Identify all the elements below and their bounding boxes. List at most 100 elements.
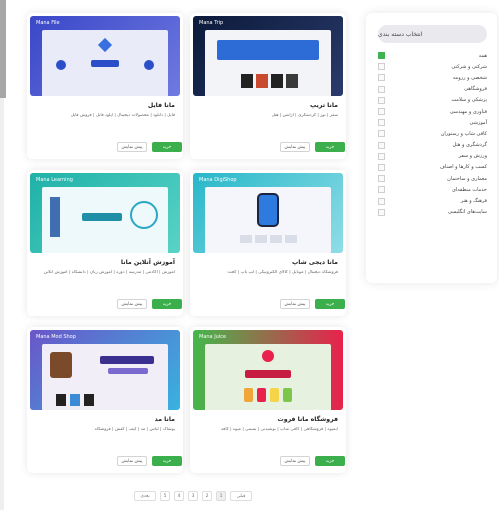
preview-button[interactable]: پیش نمایش — [280, 142, 310, 152]
buy-button[interactable]: خرید — [315, 456, 345, 466]
category-item[interactable]: گردشگری و هتل — [378, 140, 487, 151]
preview-button[interactable]: پیش نمایش — [117, 142, 147, 152]
category-label: همه — [478, 52, 487, 59]
category-item[interactable]: ورزش و سفر — [378, 151, 487, 162]
thumbnail-brand-label: Mana Mod Shop — [36, 334, 76, 340]
checkbox[interactable] — [378, 85, 385, 93]
template-thumbnail[interactable]: Mana DigiShop — [193, 173, 343, 253]
category-item[interactable]: معماری و ساختمان — [378, 173, 487, 184]
site-preview-screen — [42, 30, 168, 96]
card-tags: آبمیوه | فروشگاهی | کافی شاپ | نوشیدنی |… — [221, 427, 338, 432]
checkbox[interactable] — [378, 197, 385, 205]
card-title[interactable]: مانا فایل — [35, 102, 175, 109]
pagination-page[interactable]: 2 — [202, 491, 212, 501]
site-preview-screen — [205, 344, 331, 410]
category-item[interactable]: فناوری و مهندسی — [378, 106, 487, 117]
pagination: بعدی 5 4 3 2 1 قبلی — [134, 491, 252, 501]
card-title[interactable]: آموزش آنلاین مانا — [35, 259, 175, 266]
category-item[interactable]: شرکتی و شرکتی — [378, 61, 487, 72]
category-label: فرهنگ و هنر — [460, 198, 487, 205]
buy-button[interactable]: خرید — [315, 142, 345, 152]
category-label: فروشگاهی — [464, 86, 487, 93]
card-title[interactable]: فروشگاه مانا فروت — [198, 416, 338, 423]
category-label: شخصی و رزومه — [452, 74, 487, 81]
category-label: کسب و کارها و اصناف — [439, 164, 487, 171]
card-title[interactable]: مانا تریپ — [198, 102, 338, 109]
card-actions: خرید پیش نمایش — [27, 456, 183, 466]
template-card[interactable]: Mana Mod Shop مانا مد پوشاک | لباس | مد … — [27, 327, 183, 473]
template-thumbnail[interactable]: Mana Juice — [193, 330, 343, 410]
pagination-prev[interactable]: قبلی — [230, 491, 252, 501]
card-body: آموزش آنلاین مانا آموزش | آکادمی | مدرسه… — [27, 253, 183, 284]
site-preview-screen — [205, 30, 331, 96]
preview-button[interactable]: پیش نمایش — [117, 299, 147, 309]
thumbnail-brand-label: Mana File — [36, 20, 60, 26]
site-preview-screen — [205, 187, 331, 253]
category-label: فناوری و مهندسی — [449, 108, 487, 115]
checkbox[interactable] — [378, 108, 385, 116]
card-title[interactable]: مانا مد — [35, 416, 175, 423]
category-item[interactable]: کافی شاپ و رستوران — [378, 128, 487, 139]
checkbox[interactable] — [378, 152, 385, 160]
template-card[interactable]: Mana File مانا فایل فایل | دانلود | محصو… — [27, 13, 183, 159]
card-actions: خرید پیش نمایش — [190, 456, 346, 466]
category-filter-title: انتخاب دسته بندی — [378, 25, 487, 43]
category-item[interactable]: شخصی و رزومه — [378, 72, 487, 83]
template-thumbnail[interactable]: Mana Trip — [193, 16, 343, 96]
template-card[interactable]: Mana Learning آموزش آنلاین مانا آموزش | … — [27, 170, 183, 316]
category-item-all[interactable]: همه — [378, 50, 487, 61]
preview-button[interactable]: پیش نمایش — [280, 456, 310, 466]
category-item[interactable]: کسب و کارها و اصناف — [378, 162, 487, 173]
preview-button[interactable]: پیش نمایش — [280, 299, 310, 309]
checkbox[interactable] — [378, 119, 385, 127]
thumbnail-brand-label: Mana DigiShop — [199, 177, 237, 183]
checkbox[interactable] — [378, 63, 385, 71]
pagination-page-current[interactable]: 1 — [216, 491, 226, 501]
template-card[interactable]: Mana DigiShop مانا دیجی شاپ فروشگاه دیجی… — [190, 170, 346, 316]
category-label: خدمات منطقه‌ای — [451, 186, 487, 193]
checkbox[interactable] — [378, 74, 385, 82]
category-label: گردشگری و هتل — [452, 142, 487, 149]
checkbox[interactable] — [378, 52, 385, 60]
buy-button[interactable]: خرید — [152, 299, 182, 309]
pagination-page[interactable]: 5 — [160, 491, 170, 501]
checkbox[interactable] — [378, 186, 385, 194]
pagination-page[interactable]: 4 — [174, 491, 184, 501]
checkbox[interactable] — [378, 163, 385, 171]
pagination-next[interactable]: بعدی — [134, 491, 156, 501]
checkbox[interactable] — [378, 141, 385, 149]
pagination-page[interactable]: 3 — [188, 491, 198, 501]
card-actions: خرید پیش نمایش — [190, 299, 346, 309]
card-title[interactable]: مانا دیجی شاپ — [198, 259, 338, 266]
category-label: آموزشی — [469, 119, 487, 126]
buy-button[interactable]: خرید — [152, 142, 182, 152]
checkbox[interactable] — [378, 208, 385, 216]
template-card[interactable]: Mana Juice فروشگاه مانا فروت آبمیوه | فر… — [190, 327, 346, 473]
card-actions: خرید پیش نمایش — [27, 142, 183, 152]
category-item[interactable]: فروشگاهی — [378, 84, 487, 95]
card-tags: فروشگاه دیجیتال | موبایل | کالای الکترون… — [227, 270, 338, 275]
category-item[interactable]: آموزشی — [378, 117, 487, 128]
card-body: مانا دیجی شاپ فروشگاه دیجیتال | موبایل |… — [190, 253, 346, 284]
template-card[interactable]: Mana Trip مانا تریپ سفر | تور | گردشگری … — [190, 13, 346, 159]
template-thumbnail[interactable]: Mana Learning — [30, 173, 180, 253]
checkbox[interactable] — [378, 130, 385, 138]
category-label: شرکتی و شرکتی — [451, 63, 487, 70]
checkbox[interactable] — [378, 96, 385, 104]
category-item[interactable]: پزشکی و سلامت — [378, 95, 487, 106]
category-item[interactable]: فرهنگ و هنر — [378, 195, 487, 206]
category-label: معماری و ساختمان — [447, 175, 487, 182]
category-label: سایت‌های انگلیسی — [447, 209, 487, 216]
site-preview-screen — [42, 344, 168, 410]
card-tags: پوشاک | لباس | مد | کیف | کفش | فروشگاه — [94, 427, 175, 432]
template-thumbnail[interactable]: Mana File — [30, 16, 180, 96]
preview-button[interactable]: پیش نمایش — [117, 456, 147, 466]
category-item[interactable]: سایت‌های انگلیسی — [378, 207, 487, 218]
card-tags: فایل | دانلود | محصولات دیجیتال | آپلود … — [70, 113, 175, 118]
buy-button[interactable]: خرید — [152, 456, 182, 466]
card-tags: آموزش | آکادمی | مدرسه | دوره | آموزش زب… — [43, 270, 175, 275]
template-thumbnail[interactable]: Mana Mod Shop — [30, 330, 180, 410]
buy-button[interactable]: خرید — [315, 299, 345, 309]
category-item[interactable]: خدمات منطقه‌ای — [378, 184, 487, 195]
checkbox[interactable] — [378, 175, 385, 183]
